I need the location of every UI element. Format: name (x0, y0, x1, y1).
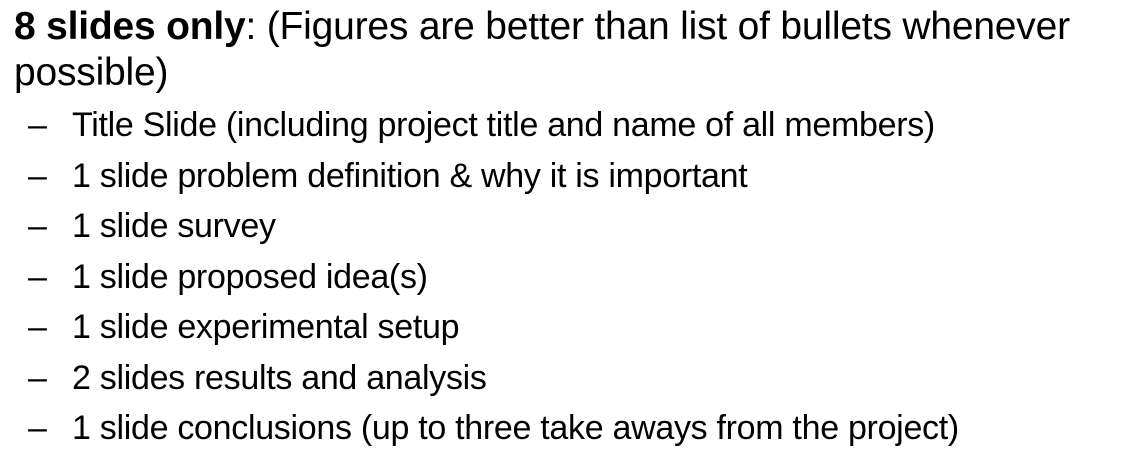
dash-bullet-icon: – (28, 106, 47, 144)
list-item-text: Title Slide (including project title and… (72, 106, 935, 144)
dash-bullet-icon: – (28, 207, 47, 245)
bullet-list: – Title Slide (including project title a… (14, 100, 1124, 454)
list-item-text: 1 slide proposed idea(s) (72, 257, 428, 296)
dash-bullet-icon: – (28, 257, 47, 296)
list-item: – 1 slide survey (14, 201, 1124, 252)
list-item-text: 2 slides results and analysis (72, 358, 487, 397)
list-item: – 1 slide experimental setup (14, 302, 1124, 353)
list-item: – 1 slide problem definition & why it is… (14, 151, 1124, 202)
list-item: – 1 slide conclusions (up to three take … (14, 403, 1124, 454)
list-item: – 2 slides results and analysis (14, 353, 1124, 404)
list-item-text: 1 slide conclusions (up to three take aw… (72, 409, 959, 447)
dash-bullet-icon: – (28, 308, 47, 346)
slide-content: 8 slides only: (Figures are better than … (14, 4, 1124, 454)
dash-bullet-icon: – (28, 409, 47, 447)
list-item: – Title Slide (including project title a… (14, 100, 1124, 151)
slide-heading: 8 slides only: (Figures are better than … (14, 4, 1124, 96)
list-item: – 1 slide proposed idea(s) (14, 252, 1124, 303)
heading-bold-text: 8 slides only (14, 5, 246, 48)
list-item-text: 1 slide experimental setup (72, 308, 460, 346)
list-item-text: 1 slide problem definition & why it is i… (72, 156, 748, 195)
dash-bullet-icon: – (28, 358, 47, 397)
dash-bullet-icon: – (28, 156, 47, 195)
list-item-text: 1 slide survey (72, 207, 276, 245)
